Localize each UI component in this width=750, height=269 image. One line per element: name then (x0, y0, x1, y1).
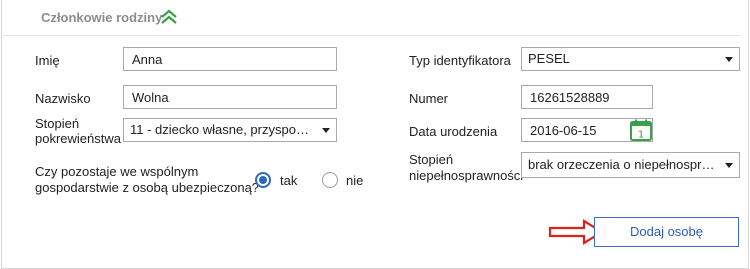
relationship-label-line2: pokrewieństwa (35, 131, 121, 146)
birth-date-label: Data urodzenia (409, 124, 498, 139)
household-radio-no[interactable] (322, 172, 338, 188)
calendar-day-text: 1 (638, 130, 644, 141)
household-question-line2: gospodarstwie z osobą ubezpieczoną? (35, 180, 260, 195)
id-type-select-value: PESEL (528, 51, 570, 66)
disability-select-value: brak orzeczenia o niepełnospraw... (528, 157, 715, 172)
relationship-label-line1: Stopień (35, 116, 80, 131)
last-name-input[interactable] (123, 85, 337, 109)
disability-select[interactable]: brak orzeczenia o niepełnospraw... (521, 152, 740, 178)
first-name-label: Imię (35, 53, 60, 68)
id-type-label: Typ identyfikatora (409, 53, 511, 68)
chevron-down-icon (725, 57, 733, 62)
household-radio-no-label: nie (346, 173, 364, 188)
household-radio-yes-label: tak (280, 173, 298, 188)
number-label: Numer (409, 91, 449, 106)
household-radio-yes[interactable] (255, 172, 271, 188)
chevron-down-icon (725, 163, 733, 168)
chevron-double-up-icon[interactable] (160, 9, 178, 25)
relationship-select-value: 11 - dziecko własne, przysposobi... (130, 122, 312, 137)
household-question-line1: Czy pozostaje we wspólnym (35, 164, 199, 179)
id-type-select[interactable]: PESEL (521, 47, 740, 71)
last-name-label: Nazwisko (35, 91, 91, 106)
calendar-icon[interactable]: 1 (629, 119, 653, 141)
section-header[interactable]: Członkowie rodziny (3, 0, 741, 36)
family-members-panel: Członkowie rodziny Imię Nazwisko Stopień… (1, 0, 749, 269)
add-person-button[interactable]: Dodaj osobę (594, 217, 739, 247)
disability-label-line2: niepełnosprawności (409, 168, 524, 183)
relationship-select[interactable]: 11 - dziecko własne, przysposobi... (123, 118, 337, 142)
first-name-input[interactable] (123, 47, 337, 71)
number-input[interactable] (521, 85, 653, 109)
disability-label-line1: Stopień (409, 152, 454, 167)
chevron-down-icon (322, 128, 330, 133)
section-title: Członkowie rodziny (41, 10, 163, 25)
